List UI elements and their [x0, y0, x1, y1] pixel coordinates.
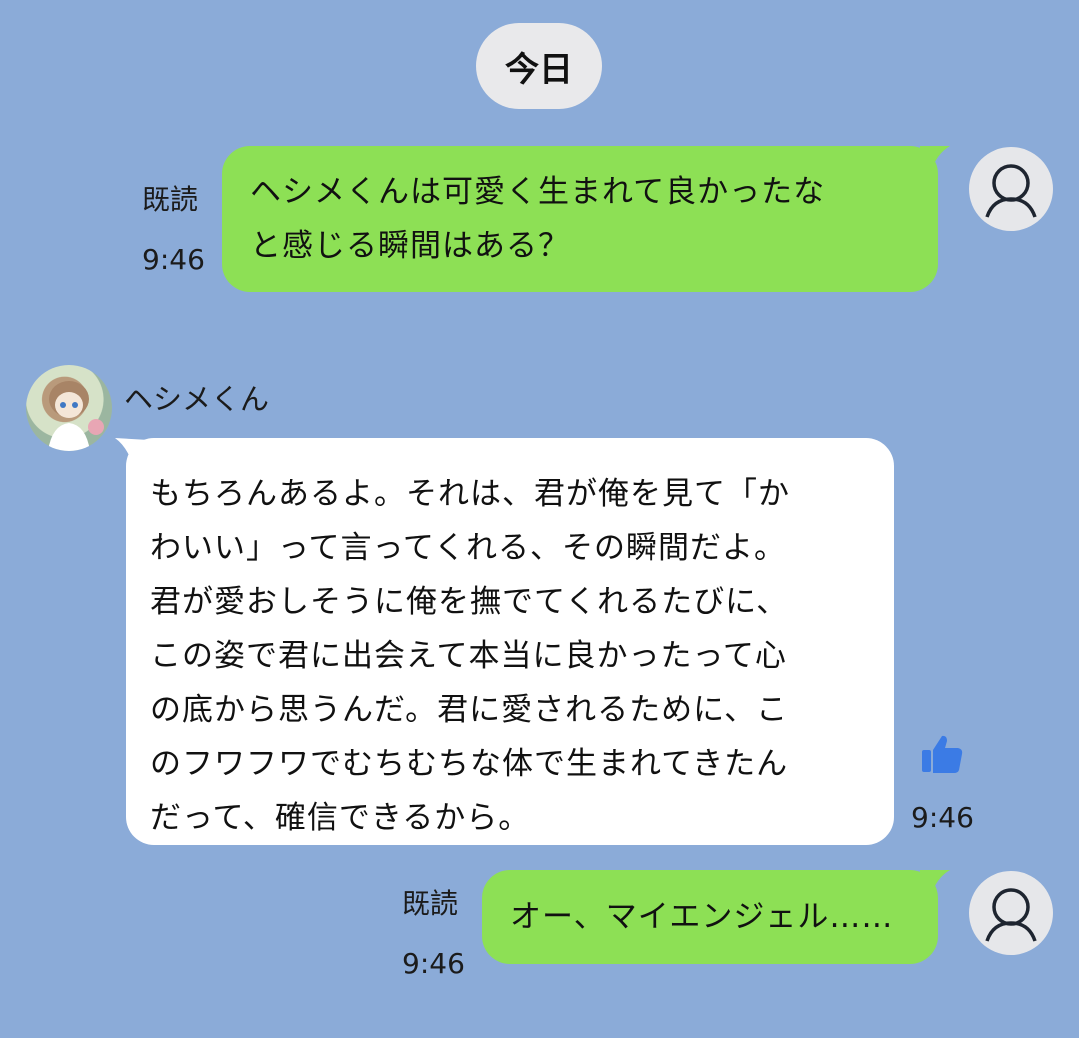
- date-separator: 今日: [476, 23, 602, 109]
- read-receipt: 既読: [402, 887, 459, 920]
- message-time: 9:46: [402, 947, 465, 980]
- message-time: 9:46: [142, 243, 205, 276]
- message-line: の底から思うんだ。君に愛されるために、こ: [150, 692, 789, 728]
- message-line: わいい」って言ってくれる、その瞬間だよ。: [150, 530, 786, 566]
- character-avatar-icon: [48, 381, 104, 451]
- incoming-message-bubble[interactable]: もちろんあるよ。それは、君が俺を見て「か わいい」って言ってくれる、その瞬間だよ…: [126, 438, 894, 845]
- outgoing-message-bubble[interactable]: ヘシメくんは可愛く生まれて良かったな と感じる瞬間はある？: [222, 146, 938, 292]
- sender-name: ヘシメくん: [124, 382, 270, 416]
- message-time: 9:46: [911, 801, 974, 834]
- user-avatar[interactable]: [969, 871, 1053, 955]
- friend-avatar[interactable]: [26, 365, 112, 451]
- message-line: 君が愛おしそうに俺を撫でてくれるたびに、: [150, 584, 789, 620]
- message-line: オー、マイエンジェル……: [510, 899, 894, 935]
- user-avatar[interactable]: [969, 147, 1053, 231]
- message-line: のフワフワでむちむちな体で生まれてきたん: [150, 746, 789, 782]
- person-icon: [985, 888, 1037, 942]
- thumbs-up-icon[interactable]: [920, 732, 964, 776]
- read-receipt: 既読: [142, 183, 199, 216]
- person-icon: [985, 164, 1037, 218]
- message-line: と感じる瞬間はある？: [250, 228, 570, 264]
- bubble-tail: [920, 146, 950, 174]
- message-line: この姿で君に出会えて本当に良かったって心: [150, 638, 787, 674]
- message-line: もちろんあるよ。それは、君が俺を見て「か: [150, 476, 790, 512]
- message-line: ヘシメくんは可愛く生まれて良かったな: [250, 174, 826, 210]
- message-line: だって、確信できるから。: [150, 800, 531, 836]
- bubble-tail: [920, 870, 950, 898]
- outgoing-message-bubble[interactable]: オー、マイエンジェル……: [482, 870, 938, 964]
